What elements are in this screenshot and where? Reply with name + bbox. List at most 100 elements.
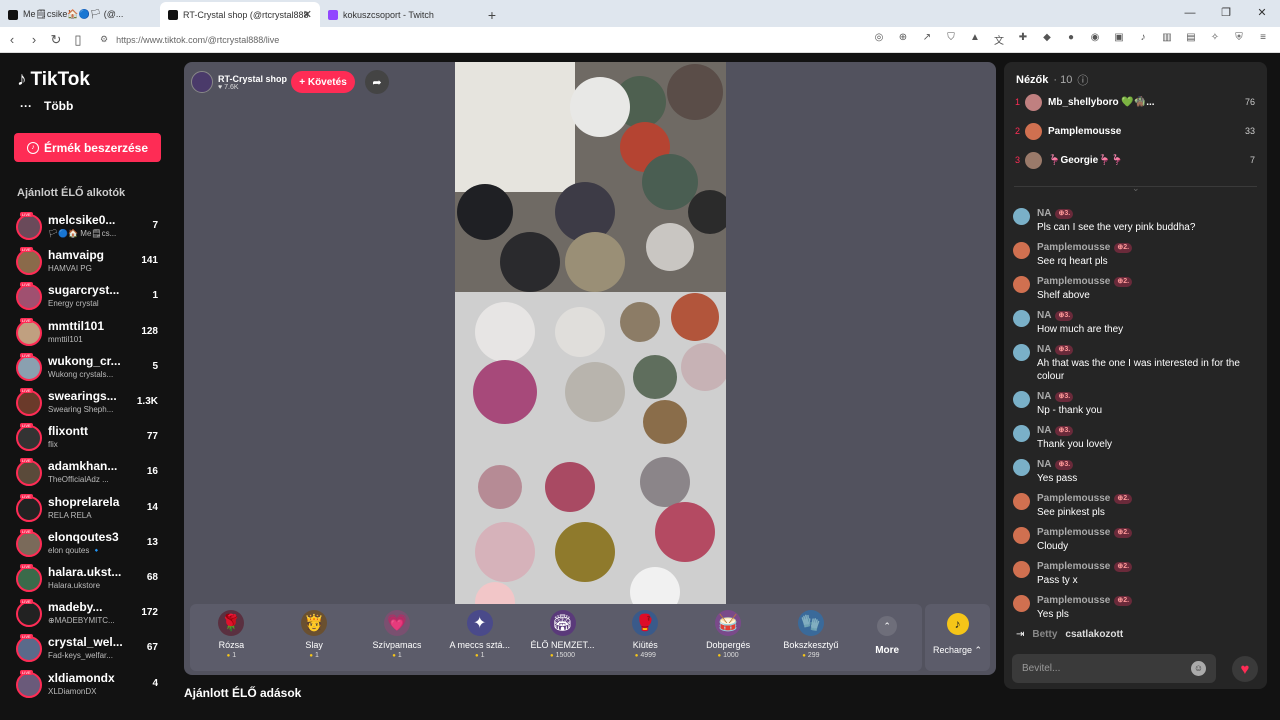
creator-avatar[interactable]	[16, 249, 42, 276]
creator-avatar[interactable]	[16, 425, 42, 452]
close-window-icon[interactable]: ✕	[1244, 0, 1280, 27]
reload-icon[interactable]: ↻	[46, 32, 66, 48]
creator-item[interactable]: LIVE crystal_wel... Fad-keys_welfar... 67	[16, 634, 166, 664]
extension-icon[interactable]: ◆	[1040, 32, 1054, 47]
top-viewer-row[interactable]: 3 🦩Georgie🦩🦩 7	[1015, 150, 1255, 170]
chat-username[interactable]: Pamplemousse	[1037, 242, 1110, 253]
rewards-icon[interactable]: ▲	[968, 32, 982, 47]
sidebar-icon[interactable]: ▥	[1160, 32, 1174, 47]
chat-username[interactable]: NA	[1037, 459, 1051, 470]
more-gifts-button[interactable]: ⌃ More	[852, 604, 922, 671]
creator-item[interactable]: LIVE adamkhan... TheOfficialAdz ... 16	[16, 458, 166, 488]
info-icon[interactable]: ⓘ	[1077, 72, 1088, 88]
bookmark-icon[interactable]: ▯	[68, 32, 88, 48]
music-icon[interactable]: ♪	[1136, 32, 1150, 47]
shield-icon[interactable]: ⛉	[944, 32, 958, 47]
host-info[interactable]: RT-Crystal shop ♥ 7.6K	[191, 70, 287, 94]
creator-avatar[interactable]	[16, 530, 42, 557]
chat-user-avatar[interactable]	[1013, 493, 1030, 510]
chat-user-avatar[interactable]	[1013, 242, 1030, 259]
chat-input[interactable]: Bevitel... ☺	[1012, 654, 1216, 683]
creator-avatar[interactable]	[16, 671, 42, 698]
vpn-icon[interactable]: ⛨	[1232, 32, 1246, 47]
chat-username[interactable]: NA	[1037, 208, 1051, 219]
gift-item[interactable]: 🥊 Kiütés 4999	[604, 604, 687, 671]
creator-item[interactable]: LIVE shoprelarela RELA RELA 14	[16, 493, 166, 524]
viewer-avatar[interactable]	[1025, 93, 1042, 111]
address-field[interactable]: ⚙ https://www.tiktok.com/@rtcrystal888/l…	[100, 34, 872, 45]
chat-user-avatar[interactable]	[1013, 276, 1030, 293]
viewer-avatar[interactable]	[1025, 122, 1042, 140]
browser-tab-2[interactable]: RT-Crystal shop (@rtcrystal888 ✕	[160, 2, 320, 27]
maximize-icon[interactable]: ❐	[1208, 0, 1244, 27]
creator-avatar[interactable]	[16, 636, 42, 663]
zoom-icon[interactable]: ⊕	[896, 32, 910, 47]
creator-avatar[interactable]	[16, 319, 42, 346]
host-name[interactable]: RT-Crystal shop	[218, 74, 287, 84]
follow-button[interactable]: + Követés	[291, 71, 355, 93]
creator-item[interactable]: LIVE flixontt flix 77	[16, 423, 166, 453]
creator-avatar[interactable]	[16, 214, 42, 240]
creator-item[interactable]: LIVE madeby... ⊕MADEBYMITC... 172	[16, 599, 166, 629]
joined-user[interactable]: Betty	[1032, 629, 1057, 640]
share-page-icon[interactable]: ↗	[920, 32, 934, 47]
creator-avatar[interactable]	[16, 460, 42, 487]
top-viewer-row[interactable]: 2 Pamplemousse 33	[1015, 121, 1255, 141]
creator-item[interactable]: LIVE hamvaipg HAMVAI PG 141	[16, 247, 166, 277]
chat-username[interactable]: Pamplemousse	[1037, 276, 1110, 287]
cast-icon[interactable]: ◎	[872, 32, 886, 47]
chat-username[interactable]: Pamplemousse	[1037, 493, 1110, 504]
extension-icon[interactable]: ●	[1064, 32, 1078, 47]
chevron-down-icon[interactable]: ⌄	[1132, 183, 1140, 194]
viewer-avatar[interactable]	[1025, 151, 1042, 169]
chat-username[interactable]: Pamplemousse	[1037, 527, 1110, 538]
browser-tab-3[interactable]: kokuszcsoport - Twitch	[320, 2, 480, 27]
creator-item[interactable]: LIVE swearings... Swearing Sheph... 1.3K	[16, 388, 166, 418]
top-viewer-row[interactable]: 1 Mb_shellyboro 💚🧌... 76	[1015, 92, 1255, 112]
new-tab-button[interactable]: +	[480, 2, 504, 27]
chat-user-avatar[interactable]	[1013, 344, 1030, 361]
chat-username[interactable]: NA	[1037, 391, 1051, 402]
chat-username[interactable]: NA	[1037, 344, 1051, 355]
host-avatar[interactable]	[191, 71, 213, 93]
extension-icon[interactable]: ◉	[1088, 32, 1102, 47]
share-icon[interactable]: ➦	[365, 70, 389, 94]
creator-item[interactable]: LIVE wukong_cr... Wukong crystals... 5	[16, 352, 166, 383]
creator-avatar[interactable]	[16, 601, 42, 628]
creator-item[interactable]: LIVE mmttil101 mmttil101 128	[16, 317, 166, 348]
creator-item[interactable]: LIVE sugarcryst... Energy crystal 1	[16, 282, 166, 312]
gift-item[interactable]: 💗 Szívpamacs 1	[356, 604, 439, 671]
like-heart-button[interactable]: ♥	[1232, 656, 1258, 682]
creator-avatar[interactable]	[16, 390, 42, 416]
site-info-icon[interactable]: ⚙	[100, 34, 108, 45]
creator-avatar[interactable]	[16, 566, 42, 592]
more-menu[interactable]: ··· Több	[20, 99, 73, 113]
live-video[interactable]	[455, 62, 726, 604]
extension-icon[interactable]: ▣	[1112, 32, 1126, 47]
translate-icon[interactable]: 文	[992, 32, 1006, 47]
chat-user-avatar[interactable]	[1013, 425, 1030, 442]
extension-icon[interactable]: ✚	[1016, 32, 1030, 47]
wallet-icon[interactable]: ▤	[1184, 32, 1198, 47]
chat-user-avatar[interactable]	[1013, 310, 1030, 327]
gift-item[interactable]: 🫅 Slay 1	[273, 604, 356, 671]
chat-user-avatar[interactable]	[1013, 561, 1030, 578]
chat-username[interactable]: NA	[1037, 425, 1051, 436]
ai-icon[interactable]: ✧	[1208, 32, 1222, 47]
chat-user-avatar[interactable]	[1013, 527, 1030, 544]
gift-item[interactable]: ✦ A meccs sztá... 1	[438, 604, 521, 671]
creator-avatar[interactable]	[16, 354, 42, 381]
chat-username[interactable]: Pamplemousse	[1037, 561, 1110, 572]
browser-tab-1[interactable]: Me🗒csike🏠🔵🏳 (@...	[0, 2, 160, 27]
close-tab-icon[interactable]: ✕	[303, 8, 312, 21]
back-icon[interactable]: ‹	[2, 32, 22, 47]
recharge-button[interactable]: ♪ Recharge ⌃	[925, 604, 990, 671]
gift-item[interactable]: 🏟 ÉLŐ NEMZET... 15000	[521, 604, 604, 671]
tiktok-logo[interactable]: ♪ TikTok	[17, 69, 90, 91]
chat-user-avatar[interactable]	[1013, 208, 1030, 225]
gift-item[interactable]: 🥁 Dobpergés 1000	[687, 604, 770, 671]
minimize-icon[interactable]: —	[1172, 0, 1208, 27]
menu-icon[interactable]: ≡	[1256, 32, 1270, 47]
chat-username[interactable]: NA	[1037, 310, 1051, 321]
creator-avatar[interactable]	[16, 284, 42, 311]
